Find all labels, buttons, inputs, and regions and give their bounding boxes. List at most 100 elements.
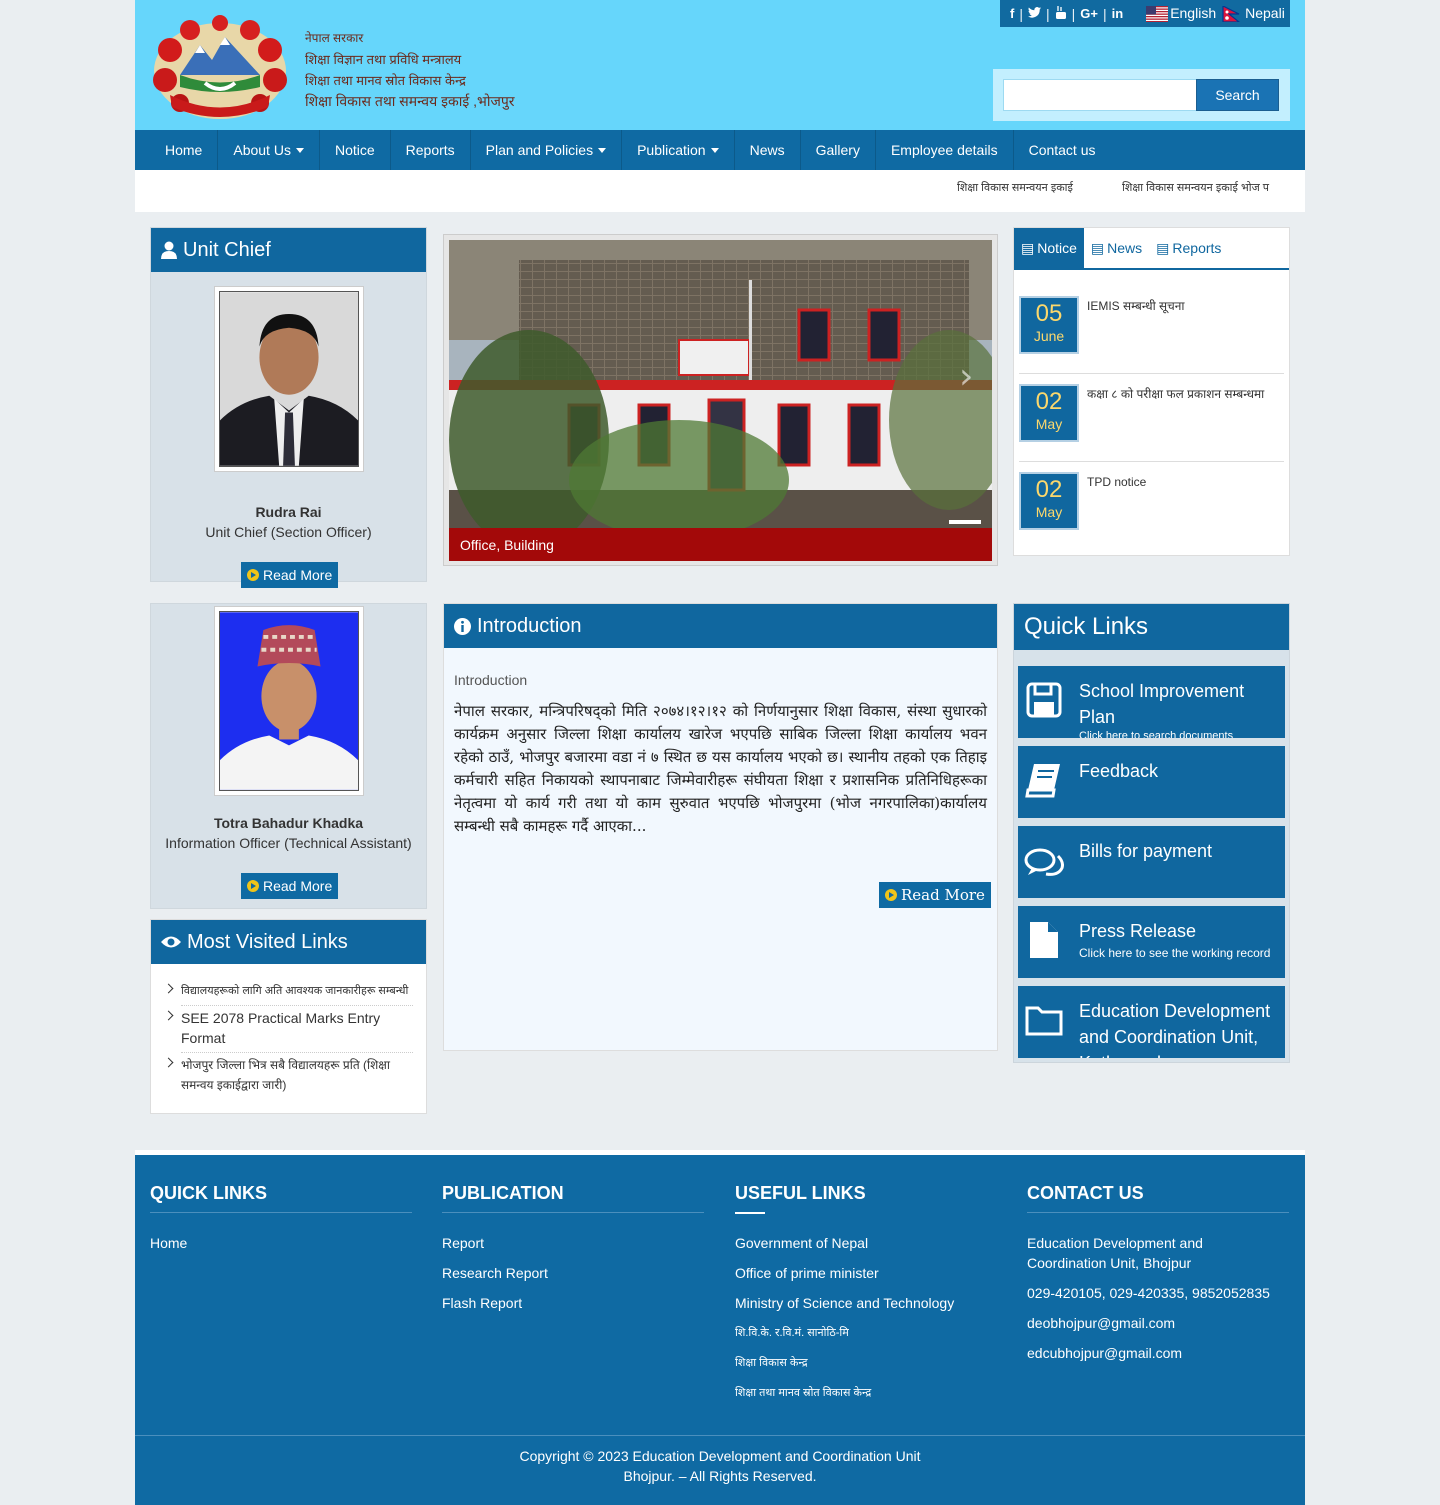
org-line-3: शिक्षा तथा मानव स्रोत विकास केन्द्र: [305, 73, 466, 88]
read-more-label: Read More: [901, 886, 985, 904]
footer-link[interactable]: शिक्षा विकास केन्द्र: [735, 1353, 997, 1373]
nav-publication[interactable]: Publication: [622, 130, 735, 170]
chevron-right-icon: [163, 983, 174, 994]
notice-item[interactable]: 02 May TPD notice: [1019, 462, 1284, 550]
unit-chief-read-more-button[interactable]: Read More: [241, 562, 339, 588]
footer-email[interactable]: deobhojpur@gmail.com: [1027, 1313, 1289, 1333]
notice-item[interactable]: 02 May कक्षा ८ को परीक्षा फल प्रकाशन सम्ब…: [1019, 374, 1284, 462]
introduction-panel: Introduction Introduction नेपाल सरकार, म…: [443, 603, 998, 1051]
nepali-language-option[interactable]: Nepali: [1221, 5, 1285, 23]
slide-caption: Office, Building: [449, 528, 992, 561]
footer-divider: [735, 1212, 765, 1214]
info-officer-role: Information Officer (Technical Assistant…: [165, 835, 412, 851]
nav-reports[interactable]: Reports: [391, 130, 471, 170]
notice-title[interactable]: कक्षा ८ को परीक्षा फल प्रकाशन सम्बन्धमा: [1087, 384, 1277, 404]
twitter-icon[interactable]: [1027, 6, 1041, 21]
notice-item[interactable]: 05 June IEMIS सम्बन्धी सूचना: [1019, 286, 1284, 374]
unit-chief-name: Rudra Rai: [255, 504, 322, 520]
quick-link-edcu-kathmandu[interactable]: Education Development and Coordination U…: [1018, 986, 1285, 1058]
tab-reports[interactable]: ▤ Reports: [1149, 228, 1228, 268]
main-content: Unit Chief Rudra Rai Unit Chief (Section…: [135, 212, 1305, 1150]
folder-icon: [1025, 1006, 1063, 1036]
nav-home[interactable]: Home: [150, 130, 219, 170]
nav-plan-and-policies[interactable]: Plan and Policies: [471, 130, 623, 170]
eye-icon: [161, 936, 181, 948]
footer-quick-links-title: QUICK LINKS: [150, 1183, 412, 1213]
quick-link-press-release[interactable]: Press Release Click here to see the work…: [1018, 906, 1285, 978]
nav-gallery-label: Gallery: [815, 142, 860, 158]
facebook-icon[interactable]: f: [1010, 6, 1014, 21]
footer-link[interactable]: Report: [442, 1233, 704, 1253]
us-flag-icon: [1146, 6, 1169, 23]
introduction-subtitle: Introduction: [454, 672, 528, 688]
notice-title[interactable]: IEMIS सम्बन्धी सूचना: [1087, 296, 1277, 316]
nepal-emblem-logo[interactable]: [150, 15, 290, 123]
most-visited-link[interactable]: विद्यालयहरूको लागि अति आवश्यक जानकारीहरू…: [163, 981, 413, 1006]
file-icon: [1030, 922, 1058, 958]
info-officer-panel: Totra Bahadur Khadka Information Officer…: [150, 603, 427, 909]
footer-link[interactable]: शि.वि.के. र.वि.मं. सानोठि-मि: [735, 1323, 997, 1343]
notice-month: May: [1035, 504, 1063, 520]
nepal-flag-icon: [1222, 6, 1241, 23]
org-line-4: शिक्षा विकास तथा समन्वय इकाई ,भोजपुर: [305, 93, 515, 109]
unit-chief-panel: Unit Chief Rudra Rai Unit Chief (Section…: [150, 227, 427, 588]
notice-date-badge: 02 May: [1019, 472, 1079, 530]
quick-link-school-improvement-plan[interactable]: School Improvement Plan Click here to se…: [1018, 666, 1285, 738]
footer-link[interactable]: Ministry of Science and Technology: [735, 1293, 997, 1313]
nav-news-label: News: [749, 142, 785, 158]
tab-notice-label: Notice: [1037, 240, 1077, 256]
quick-link-bills-for-payment[interactable]: Bills for payment: [1018, 826, 1285, 898]
footer-link[interactable]: Home: [150, 1233, 412, 1253]
quick-link-feedback[interactable]: Feedback: [1018, 746, 1285, 818]
search-input[interactable]: [1003, 79, 1197, 111]
nav-gallery[interactable]: Gallery: [801, 130, 876, 170]
youtube-icon[interactable]: [1055, 5, 1067, 22]
nav-notice[interactable]: Notice: [320, 130, 391, 170]
tab-notice[interactable]: ▤ Notice: [1014, 228, 1084, 268]
nav-news[interactable]: News: [735, 130, 801, 170]
footer-email[interactable]: edcubhojpur@gmail.com: [1027, 1343, 1289, 1363]
unit-chief-header: Unit Chief: [151, 228, 426, 272]
next-arrow-icon[interactable]: ›: [959, 356, 973, 397]
image-slider: › Office, Building: [443, 234, 998, 566]
nav-contact-us[interactable]: Contact us: [1014, 130, 1111, 170]
chevron-right-icon: [163, 1010, 174, 1021]
info-officer-read-more-button[interactable]: Read More: [241, 873, 339, 899]
google-plus-icon[interactable]: G+: [1080, 6, 1098, 21]
linkedin-icon[interactable]: in: [1112, 6, 1124, 21]
newspaper-icon: ▤: [1021, 239, 1035, 256]
info-icon: [454, 617, 471, 635]
footer-phone: 029-420105, 029-420335, 9852052835: [1027, 1285, 1270, 1301]
most-visited-link-text: SEE 2078 Practical Marks Entry Format: [181, 1010, 381, 1046]
search-button[interactable]: Search: [1196, 79, 1279, 111]
ticker-item[interactable]: शिक्षा विकास समन्वयन इकाई भोज प: [1122, 180, 1269, 195]
footer-link[interactable]: Government of Nepal: [735, 1233, 997, 1253]
tab-reports-label: Reports: [1172, 240, 1222, 256]
tab-news[interactable]: ▤ News: [1084, 228, 1149, 268]
main-navigation: Home About Us Notice Reports Plan and Po…: [135, 130, 1305, 170]
site-header: नेपाल सरकार शिक्षा विज्ञान तथा प्रविधि म…: [135, 0, 1305, 130]
footer-link[interactable]: शिक्षा तथा मानव स्रोत विकास केन्द्र: [735, 1383, 997, 1403]
notice-title[interactable]: TPD notice: [1087, 472, 1277, 492]
play-circle-icon: [247, 880, 259, 892]
nav-about-us[interactable]: About Us: [218, 130, 320, 170]
notice-month: May: [1035, 416, 1063, 432]
nav-plan-label: Plan and Policies: [485, 142, 594, 158]
play-circle-icon: [885, 889, 897, 901]
ticker-item[interactable]: शिक्षा विकास समन्वयन इकाई: [957, 180, 1073, 195]
org-line-1: नेपाल सरकार: [305, 31, 364, 45]
quick-links-panel: Quick Links School Improvement Plan Clic…: [1013, 603, 1290, 1063]
quick-link-subtitle: Click here to see the working record: [1079, 946, 1271, 960]
info-officer-photo: [214, 606, 364, 796]
copyright-line-2: Bhojpur. – All Rights Reserved.: [623, 1468, 817, 1484]
user-icon: [161, 241, 177, 259]
footer-link[interactable]: Research Report: [442, 1263, 704, 1283]
nav-employee-details[interactable]: Employee details: [876, 130, 1014, 170]
most-visited-link-text: भोजपुर जिल्ला भित्र सबै विद्यालयहरू प्रत…: [181, 1058, 390, 1092]
footer-link[interactable]: Office of prime minister: [735, 1263, 997, 1283]
footer-link[interactable]: Flash Report: [442, 1293, 704, 1313]
most-visited-link[interactable]: SEE 2078 Practical Marks Entry Format: [163, 1008, 413, 1053]
introduction-read-more-button[interactable]: Read More: [879, 882, 991, 908]
english-language-option[interactable]: English: [1146, 5, 1216, 23]
most-visited-link[interactable]: भोजपुर जिल्ला भित्र सबै विद्यालयहरू प्रत…: [163, 1055, 413, 1099]
